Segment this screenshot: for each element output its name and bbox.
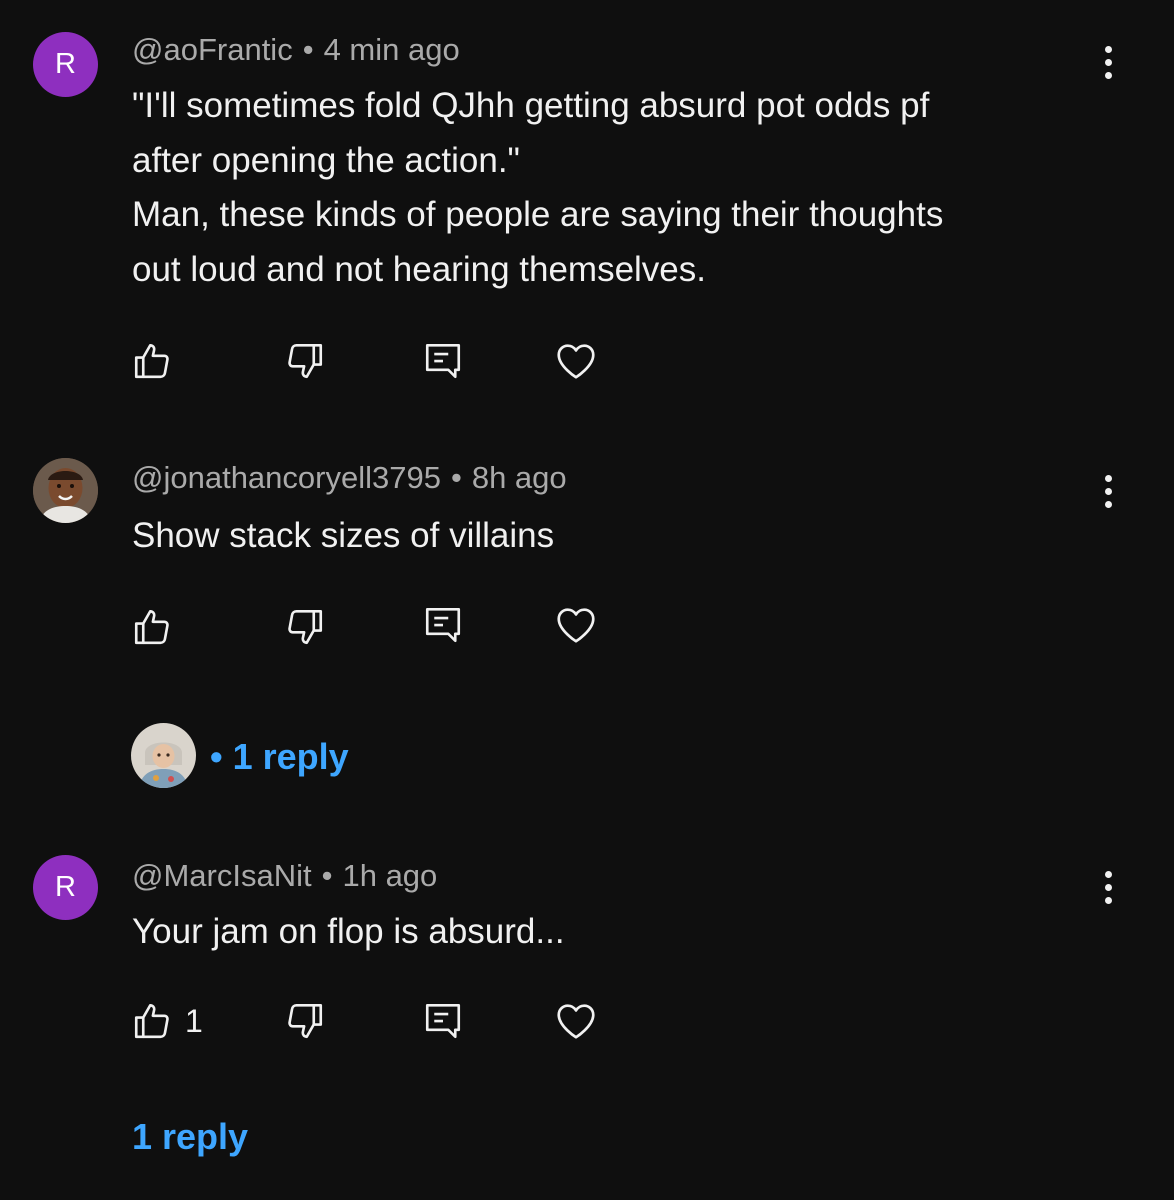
- reply-button[interactable]: [422, 604, 464, 646]
- replies-label: 1 reply: [132, 1116, 249, 1157]
- comment-meta: @jonathancoryell3795 • 8h ago: [132, 460, 567, 496]
- dislike-button[interactable]: [284, 606, 326, 648]
- dislike-button[interactable]: [284, 1000, 326, 1042]
- comment-body-line: Man, these kinds of people are saying th…: [132, 195, 944, 234]
- dislike-button[interactable]: [284, 340, 326, 382]
- heart-button[interactable]: [553, 602, 599, 648]
- comment-body-line: after opening the action.": [132, 140, 520, 180]
- avatar-photo: [131, 723, 196, 788]
- comment-meta: @MarcIsaNit • 1h ago: [132, 858, 437, 894]
- comment: R @aoFrantic • 4 min ago "I'll sometimes f…: [0, 0, 1174, 420]
- heart-icon: [557, 1004, 595, 1039]
- heart-button[interactable]: [553, 998, 599, 1044]
- thumbs-down-icon: [288, 343, 323, 379]
- thumbs-up-icon: [134, 609, 169, 645]
- comment-meta: @aoFrantic • 4 min ago: [132, 32, 460, 68]
- avatar-letter: R: [55, 48, 76, 80]
- comment-time: 1h ago: [342, 858, 438, 893]
- thumbs-down-icon: [288, 609, 323, 645]
- comment-author[interactable]: @MarcIsaNit: [132, 858, 312, 893]
- comment-author[interactable]: @jonathancoryell3795: [132, 460, 441, 495]
- comment-body-line: Show stack sizes of villains: [132, 516, 555, 555]
- heart-button[interactable]: [553, 338, 599, 384]
- avatar[interactable]: [33, 458, 98, 523]
- comment-time: 8h ago: [471, 460, 567, 495]
- more-vertical-icon[interactable]: [1088, 864, 1128, 910]
- comment-body: "I'll sometimes fold QJhh getting absurd…: [132, 79, 1072, 297]
- heart-icon: [557, 608, 595, 643]
- comment-body-line: Your jam on flop is absurd...: [132, 912, 565, 951]
- comment-icon: [425, 343, 461, 379]
- like-button[interactable]: [131, 606, 185, 648]
- reply-avatar[interactable]: [131, 723, 196, 788]
- avatar-photo: [33, 458, 98, 523]
- thumbs-up-icon: [134, 1003, 169, 1039]
- comment-body-line: out loud and not hearing themselves.: [132, 249, 706, 289]
- comment: R @MarcIsaNit • 1h ago Your jam on flop is…: [0, 820, 1174, 1200]
- heart-icon: [557, 344, 595, 379]
- replies-link[interactable]: • 1 reply: [210, 736, 349, 778]
- like-button[interactable]: [131, 340, 185, 382]
- replies-separator: •: [210, 736, 223, 777]
- comment-author[interactable]: @aoFrantic: [132, 32, 293, 67]
- meta-separator: •: [321, 858, 333, 893]
- comment: @jonathancoryell3795 • 8h ago Show stack s…: [0, 420, 1174, 820]
- like-button[interactable]: 1: [131, 1000, 203, 1042]
- comment-icon: [425, 1003, 461, 1039]
- like-count: 1: [185, 1002, 203, 1039]
- replies-link[interactable]: 1 reply: [132, 1116, 248, 1158]
- reply-button[interactable]: [422, 1000, 464, 1042]
- comment-body-line: "I'll sometimes fold QJhh getting absurd…: [132, 86, 930, 125]
- thumbs-down-icon: [288, 1003, 323, 1039]
- comment-body: Your jam on flop is absurd...: [132, 905, 1072, 960]
- replies-label: 1 reply: [232, 736, 349, 777]
- comment-body: Show stack sizes of villains: [132, 509, 1072, 564]
- avatar-letter: R: [55, 871, 76, 903]
- reply-button[interactable]: [422, 340, 464, 382]
- more-vertical-icon[interactable]: [1088, 39, 1128, 85]
- comment-time: 4 min ago: [323, 32, 460, 67]
- comment-icon: [425, 607, 461, 643]
- more-vertical-icon[interactable]: [1088, 468, 1128, 514]
- meta-separator: •: [302, 32, 314, 67]
- avatar[interactable]: R: [33, 32, 98, 97]
- meta-separator: •: [450, 460, 462, 495]
- avatar[interactable]: R: [33, 855, 98, 920]
- thumbs-up-icon: [134, 343, 169, 379]
